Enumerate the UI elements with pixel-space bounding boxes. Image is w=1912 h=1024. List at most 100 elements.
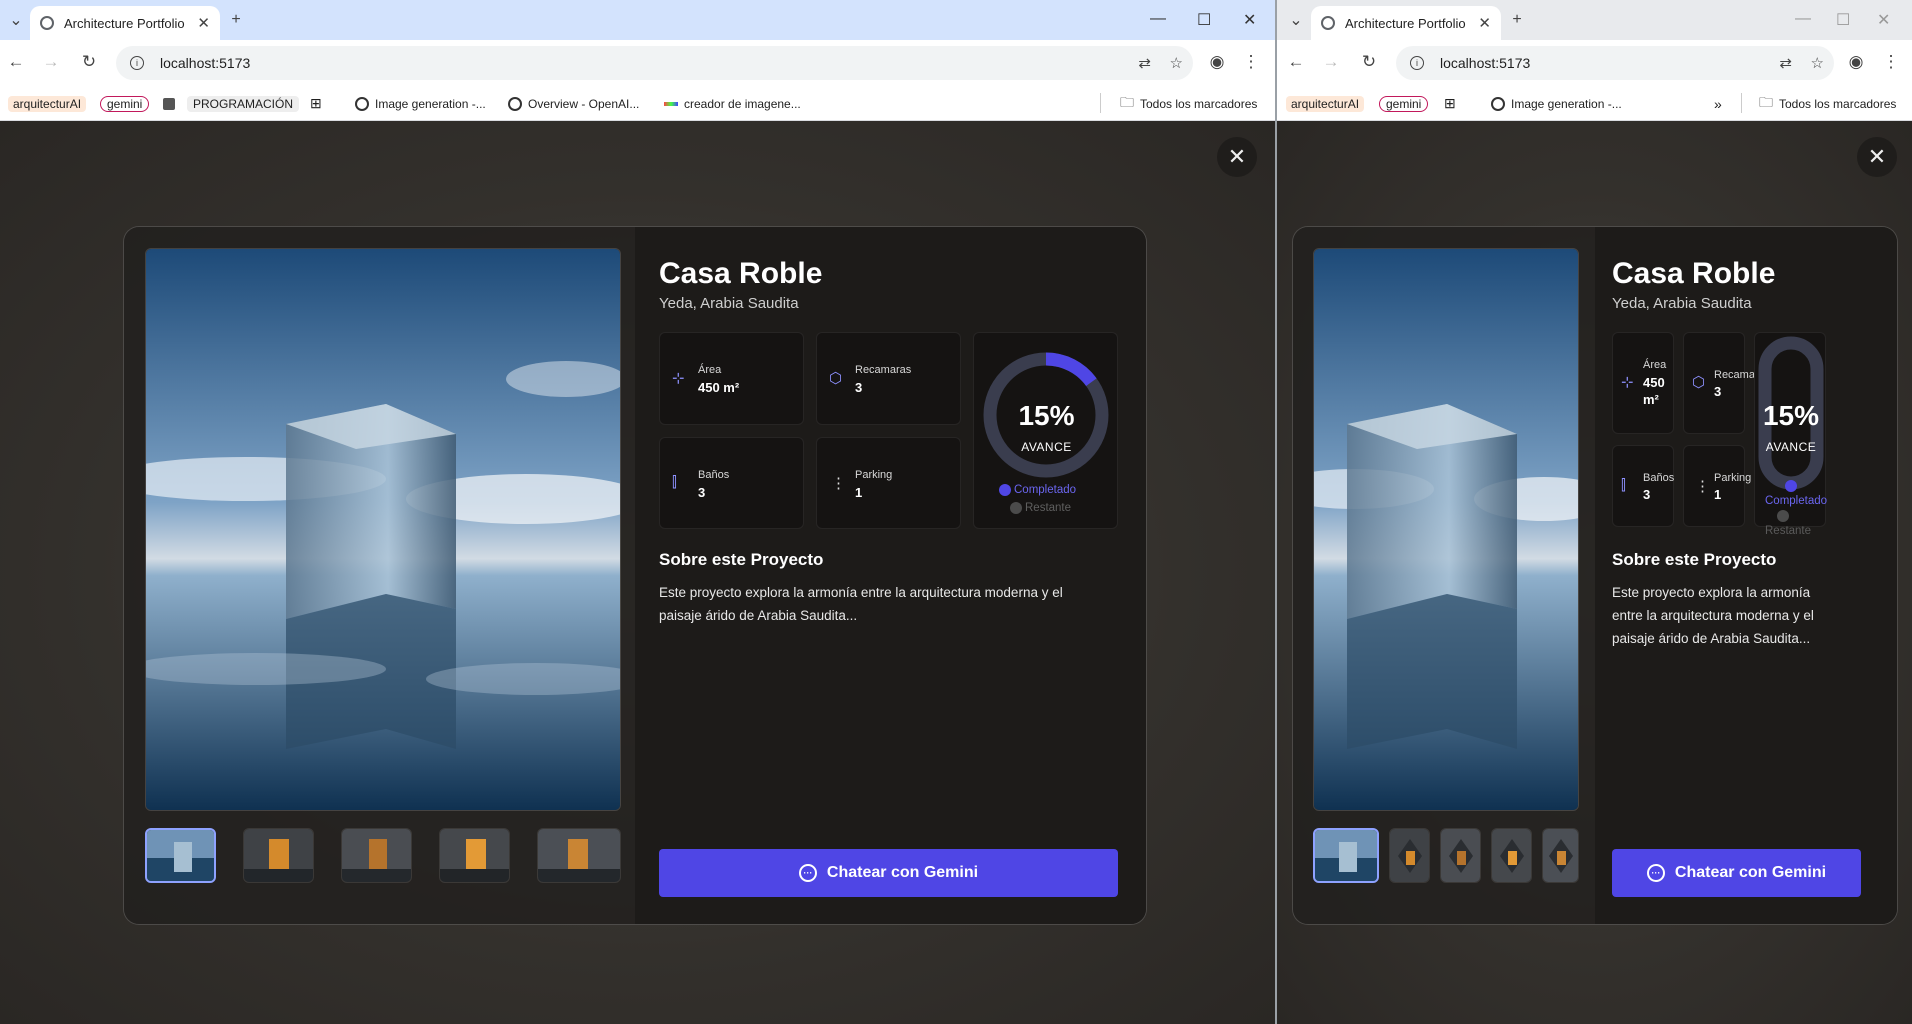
back-icon[interactable]: ← xyxy=(1285,52,1307,72)
dots-icon: ⋮ xyxy=(831,475,846,492)
stat-label: Área xyxy=(698,364,722,376)
translate-icon[interactable]: ⇄ xyxy=(1138,54,1151,72)
stat-label: Área xyxy=(1643,359,1667,371)
forward-icon[interactable]: → xyxy=(1320,52,1342,72)
legend-dot-rest xyxy=(1777,510,1792,522)
tab-search-icon[interactable]: ⌄ xyxy=(4,8,28,32)
bookmark-programacion[interactable]: PROGRAMACIÓN xyxy=(187,94,300,113)
profile-icon[interactable]: ◉ xyxy=(1206,52,1228,72)
all-bookmarks-label: Todos los marcadores xyxy=(1779,96,1897,111)
maximize-icon[interactable]: ☐ xyxy=(1197,10,1211,30)
tab-architecture-portfolio[interactable]: Architecture Portfolio ✕ xyxy=(30,6,220,40)
url-text: localhost:5173 xyxy=(1440,55,1531,71)
reload-icon[interactable]: ↻ xyxy=(1358,52,1380,72)
minimize-icon[interactable]: — xyxy=(1150,10,1166,28)
apps-grid-icon[interactable]: ⊞ xyxy=(310,94,322,113)
back-icon[interactable]: ← xyxy=(5,52,27,72)
chat-button-label: Chatear con Gemini xyxy=(1674,864,1827,881)
bookmark-image-generation[interactable]: Image generation -... xyxy=(355,94,486,113)
all-bookmarks[interactable]: 🗀 Todos los marcadores xyxy=(1120,94,1257,113)
tab-search-icon[interactable]: ⌄ xyxy=(1284,8,1308,32)
address-bar[interactable]: i localhost:5173 ⇄ ☆ xyxy=(116,46,1193,80)
close-window-icon[interactable]: ✕ xyxy=(1877,10,1890,30)
browser-chrome: ⌄ Architecture Portfolio ✕ + — ☐ ✕ ← → ↻… xyxy=(1277,0,1912,121)
legend-label: Restante xyxy=(1025,502,1072,514)
thumbnail-5[interactable] xyxy=(1542,828,1579,883)
gallery-pane xyxy=(1293,227,1595,924)
bookmark-separator xyxy=(1100,93,1101,113)
stat-value: 450 xyxy=(1643,375,1665,390)
bookmark-folder-icon[interactable] xyxy=(163,94,175,113)
maximize-icon[interactable]: ☐ xyxy=(1836,10,1850,30)
stat-banos: ⫿ Baños 3 xyxy=(1612,445,1674,527)
globe-icon xyxy=(40,16,54,30)
thumbnail-1[interactable] xyxy=(145,828,216,883)
bookmark-gemini[interactable]: gemini xyxy=(100,94,150,113)
bookmark-star-icon[interactable]: ☆ xyxy=(1811,54,1824,72)
close-window-icon[interactable]: ✕ xyxy=(1243,10,1256,30)
thumbnail-3[interactable] xyxy=(341,828,412,883)
bookmark-separator xyxy=(1741,93,1742,113)
bookmark-creador[interactable]: creador de imagene... xyxy=(664,94,801,113)
thumbnail-2[interactable] xyxy=(1389,828,1430,883)
legend-dot-done xyxy=(1785,480,1800,492)
profile-icon[interactable]: ◉ xyxy=(1845,52,1867,72)
minimize-icon[interactable]: — xyxy=(1795,10,1811,28)
bookmark-arquitecturai[interactable]: arquitecturAI xyxy=(8,94,87,113)
thumbnail-3[interactable] xyxy=(1440,828,1481,883)
about-title: Sobre este Proyecto xyxy=(659,550,824,569)
bookmarks-bar: arquitecturAI gemini ⊞ Image generation … xyxy=(1277,86,1912,121)
thumbnail-4[interactable] xyxy=(1491,828,1532,883)
legend-dot-rest xyxy=(1010,502,1022,514)
more-bookmarks-icon[interactable]: » xyxy=(1714,94,1722,113)
new-tab-icon[interactable]: + xyxy=(1505,8,1529,32)
bookmark-star-icon[interactable]: ☆ xyxy=(1170,54,1183,72)
legend-completado: Completado xyxy=(999,484,1076,496)
bookmark-label: Image generation -... xyxy=(375,96,486,111)
apps-grid-icon[interactable]: ⊞ xyxy=(1444,94,1456,113)
site-info-icon[interactable]: i xyxy=(1410,56,1424,70)
all-bookmarks-label: Todos los marcadores xyxy=(1140,96,1258,111)
bookmark-label: creador de imagene... xyxy=(684,96,801,111)
progress-label: AVANCE xyxy=(1021,440,1072,454)
bath-icon: ⫿ xyxy=(672,474,677,491)
project-modal: Casa Roble Yeda, Arabia Saudita ⊹ Área 4… xyxy=(123,226,1147,925)
thumbnail-5[interactable] xyxy=(537,828,621,883)
address-bar[interactable]: i localhost:5173 ⇄ ☆ xyxy=(1396,46,1834,80)
stat-value: 1 xyxy=(855,485,863,500)
translate-icon[interactable]: ⇄ xyxy=(1779,54,1792,72)
nav-bar: ← → ↻ i localhost:5173 ⇄ ☆ ◉ ⋮ xyxy=(0,40,1275,86)
area-icon: ⊹ xyxy=(1621,374,1634,391)
bookmark-overview-openai[interactable]: Overview - OpenAI... xyxy=(508,94,639,113)
progress-card: 15% AVANCE Completado Restante xyxy=(973,332,1118,529)
menu-icon[interactable]: ⋮ xyxy=(1240,52,1262,72)
close-modal-button[interactable]: ✕ xyxy=(1217,137,1257,177)
all-bookmarks[interactable]: 🗀 Todos los marcadores xyxy=(1759,94,1896,113)
new-tab-icon[interactable]: + xyxy=(224,8,248,32)
stat-recamaras: ⬡ Recamaras 3 xyxy=(1683,332,1770,434)
menu-icon[interactable]: ⋮ xyxy=(1880,52,1902,72)
tab-architecture-portfolio[interactable]: Architecture Portfolio ✕ xyxy=(1311,6,1501,40)
bookmarks-bar: arquitecturAI gemini PROGRAMACIÓN ⊞ Imag… xyxy=(0,86,1275,121)
chat-gemini-button[interactable]: ··· Chatear con Gemini xyxy=(659,849,1118,897)
project-location: Yeda, Arabia Saudita xyxy=(1612,295,1752,312)
thumbnail-4[interactable] xyxy=(439,828,510,883)
reload-icon[interactable]: ↻ xyxy=(78,52,100,72)
close-tab-icon[interactable]: ✕ xyxy=(197,14,210,32)
cube-icon: ⬡ xyxy=(829,370,843,387)
site-info-icon[interactable]: i xyxy=(130,56,144,70)
stat-label: Baños xyxy=(1643,472,1675,484)
bookmark-image-generation[interactable]: Image generation -... xyxy=(1491,94,1622,113)
stat-unit: m² xyxy=(1643,392,1659,407)
forward-icon[interactable]: → xyxy=(40,52,62,72)
legend-restante: Restante xyxy=(1010,502,1071,514)
thumbnail-1[interactable] xyxy=(1313,828,1379,883)
close-tab-icon[interactable]: ✕ xyxy=(1478,14,1491,32)
bookmark-arquitecturai[interactable]: arquitecturAI xyxy=(1286,94,1365,113)
close-modal-button[interactable]: ✕ xyxy=(1857,137,1897,177)
chat-gemini-button[interactable]: ··· Chatear con Gemini xyxy=(1612,849,1861,897)
thumbnail-2[interactable] xyxy=(243,828,314,883)
bookmark-gemini[interactable]: gemini xyxy=(1379,94,1429,113)
browser-window-right: ⌄ Architecture Portfolio ✕ + — ☐ ✕ ← → ↻… xyxy=(1277,0,1912,1024)
details-pane: Casa Roble Yeda, Arabia Saudita ⊹ Área 4… xyxy=(635,227,1146,924)
